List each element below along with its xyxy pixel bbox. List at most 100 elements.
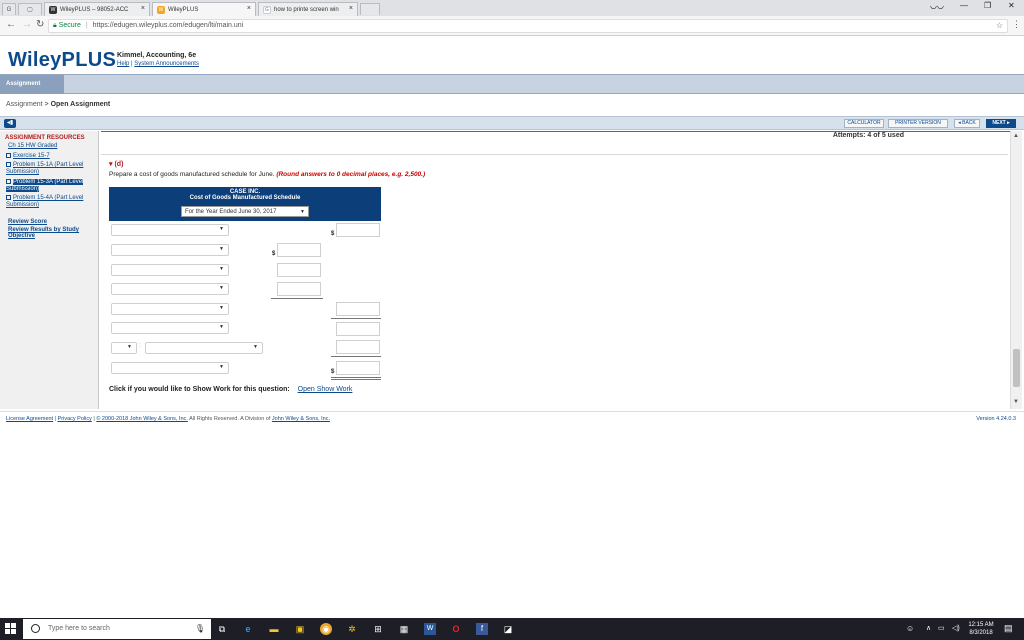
tab-google-search[interactable]: G how to printe screen win × [258, 2, 358, 16]
store-icon[interactable]: ▣ [294, 623, 306, 635]
url-field[interactable]: 🔒︎ Secure | https://edugen.wileyplus.com… [48, 19, 1008, 33]
rights-text: All Rights Reserved. A Division of [189, 416, 271, 422]
close-tab-icon[interactable]: × [141, 5, 145, 12]
back-arrow-icon[interactable]: ← [6, 19, 16, 30]
account-select-7[interactable]: ▼ [145, 342, 263, 354]
scroll-up-icon[interactable]: ▲ [1013, 133, 1019, 139]
reload-icon[interactable]: ↻ [36, 19, 44, 30]
user-icon[interactable]: ◡◡ [930, 1, 944, 10]
account-select-5[interactable]: ▼ [111, 303, 229, 315]
question-panel: Attempts: 4 of 5 used ▾ (d) Prepare a co… [101, 131, 1010, 409]
url-separator: | [85, 22, 88, 29]
account-select-1[interactable]: ▼ [111, 224, 229, 236]
microphone-icon[interactable]: 🎙︎ [195, 619, 205, 639]
edge-icon[interactable]: e [242, 623, 254, 635]
scroll-down-icon[interactable]: ▼ [1013, 399, 1019, 405]
sidebar-item-problem-15-1a[interactable]: Problem 15-1A (Part Level Submission) [6, 162, 94, 176]
account-select-8[interactable]: ▼ [111, 362, 229, 374]
copyright-link[interactable]: © 2000-2018 John Wiley & Sons, Inc. [96, 416, 188, 422]
main-nav: Assignment [0, 74, 1024, 94]
word-icon[interactable]: W [424, 623, 436, 635]
account-select-3[interactable]: ▼ [111, 264, 229, 276]
breadcrumb-assignment[interactable]: Assignment [6, 101, 43, 108]
attempts-counter: Attempts: 4 of 5 used [832, 132, 904, 139]
file-explorer-icon[interactable]: ▬ [268, 623, 280, 635]
sidebar-item-problem-15-4a[interactable]: Problem 15-4A (Part Level Submission) [6, 195, 94, 209]
chrome-icon[interactable]: ◉ [320, 623, 332, 635]
calculator-app-icon[interactable]: ▦ [398, 623, 410, 635]
menu-kebab-icon[interactable]: ⋮ [1012, 19, 1021, 30]
url-text: https://edugen.wileyplus.com/edugen/lti/… [92, 22, 244, 29]
schedule-header: CASE INC. Cost of Goods Manufactured Sch… [109, 187, 381, 221]
next-button[interactable]: NEXT ▸ [986, 119, 1016, 128]
license-agreement-link[interactable]: License Agreement [6, 416, 53, 422]
checkbox-icon [6, 162, 11, 167]
devices-icon[interactable]: ⊞ [372, 623, 384, 635]
privacy-policy-link[interactable]: Privacy Policy [58, 416, 92, 422]
review-results-link[interactable]: Review Results by Study Objective [8, 227, 94, 239]
notifications-icon[interactable]: ▤ [1004, 624, 1013, 633]
dropdown-arrow-icon: ▼ [300, 209, 305, 215]
scrollbar-thumb[interactable] [1013, 349, 1020, 387]
minimize-icon[interactable]: — [960, 1, 968, 10]
account-select-2[interactable]: ▼ [111, 244, 229, 256]
help-link[interactable]: Help [117, 61, 129, 67]
wileyplus-logo: WileyPLUS [8, 49, 117, 71]
close-window-icon[interactable]: ✕ [1008, 1, 1015, 10]
windows-start-icon[interactable] [5, 623, 16, 634]
dropdown-arrow-icon: ▼ [127, 344, 132, 350]
printer-version-button[interactable]: PRINTER VERSION [888, 119, 948, 128]
amount-input-7[interactable] [336, 340, 380, 354]
address-bar: ← → ↻ 🔒︎ Secure | https://edugen.wileypl… [0, 16, 1024, 36]
volume-icon[interactable]: ◁) [952, 625, 960, 633]
collapse-sidebar-button[interactable]: ◂▮ [4, 119, 16, 128]
amount-input-2[interactable] [277, 243, 321, 257]
amount-input-1[interactable] [336, 223, 380, 237]
amount-input-6[interactable] [336, 322, 380, 336]
forward-arrow-icon[interactable]: → [22, 19, 32, 30]
new-tab-button[interactable] [360, 3, 380, 15]
part-label[interactable]: ▾ (d) [109, 160, 123, 168]
underline-rule [271, 298, 323, 299]
bookmark-star-icon[interactable]: ☆ [996, 20, 1003, 32]
clock[interactable]: 12:15 AM 8/3/2018 [966, 621, 996, 637]
operator-select[interactable]: ▼ [111, 342, 137, 354]
people-icon[interactable]: ☺ [906, 625, 914, 633]
blank-tab[interactable]: ▢ [18, 3, 42, 15]
task-view-icon[interactable]: ⧉ [216, 623, 228, 635]
wiley-company-link[interactable]: John Wiley & Sons, Inc. [272, 416, 330, 422]
system-announcements-link[interactable]: System Announcements [134, 61, 199, 67]
colon-separator: : [139, 343, 141, 349]
google-tab-icon[interactable]: G [2, 3, 16, 15]
calculator-button[interactable]: CALCULATOR [844, 119, 884, 128]
chapter-link[interactable]: Ch 15 HW Graded [8, 143, 57, 149]
open-show-work-link[interactable]: Open Show Work [298, 386, 353, 393]
network-icon[interactable]: ▭ [938, 625, 945, 633]
tab-wileyplus[interactable]: W WileyPLUS × [152, 2, 256, 16]
opera-icon[interactable]: O [450, 623, 462, 635]
app-settings-icon[interactable]: ✲ [346, 623, 358, 635]
amount-input-total[interactable] [336, 361, 380, 375]
amount-input-4[interactable] [277, 282, 321, 296]
content-scrollbar[interactable]: ▲ ▼ [1010, 131, 1022, 409]
breadcrumb-current: Open Assignment [50, 101, 111, 108]
sidebar-item-exercise-15-7[interactable]: Exercise 15-7 [6, 153, 94, 160]
tab-assignment[interactable]: Assignment [0, 75, 64, 94]
show-hidden-icons[interactable]: ∧ [926, 625, 931, 633]
taskbar-search-box[interactable]: Type here to search 🎙︎ [23, 619, 211, 639]
period-select[interactable]: For the Year Ended June 30, 2017 ▼ [181, 206, 309, 217]
facebook-icon[interactable]: f [476, 623, 488, 635]
account-select-6[interactable]: ▼ [111, 322, 229, 334]
account-select-4[interactable]: ▼ [111, 283, 229, 295]
sticky-notes-icon[interactable]: ◪ [502, 623, 514, 635]
close-tab-icon[interactable]: × [349, 5, 353, 12]
restore-icon[interactable]: ❐ [984, 1, 991, 10]
review-score-link[interactable]: Review Score [8, 219, 47, 225]
close-tab-icon[interactable]: × [247, 5, 251, 12]
sidebar-item-problem-15-3a[interactable]: Problem 15-3A (Part Level Submission) [6, 179, 94, 193]
amount-input-5[interactable] [336, 302, 380, 316]
schedule-title: Cost of Goods Manufactured Schedule [189, 195, 301, 201]
back-button[interactable]: ◂ BACK [954, 119, 980, 128]
tab-wileyplus-assignment[interactable]: W WileyPLUS – 98052-ACC × [44, 2, 150, 16]
amount-input-3[interactable] [277, 263, 321, 277]
